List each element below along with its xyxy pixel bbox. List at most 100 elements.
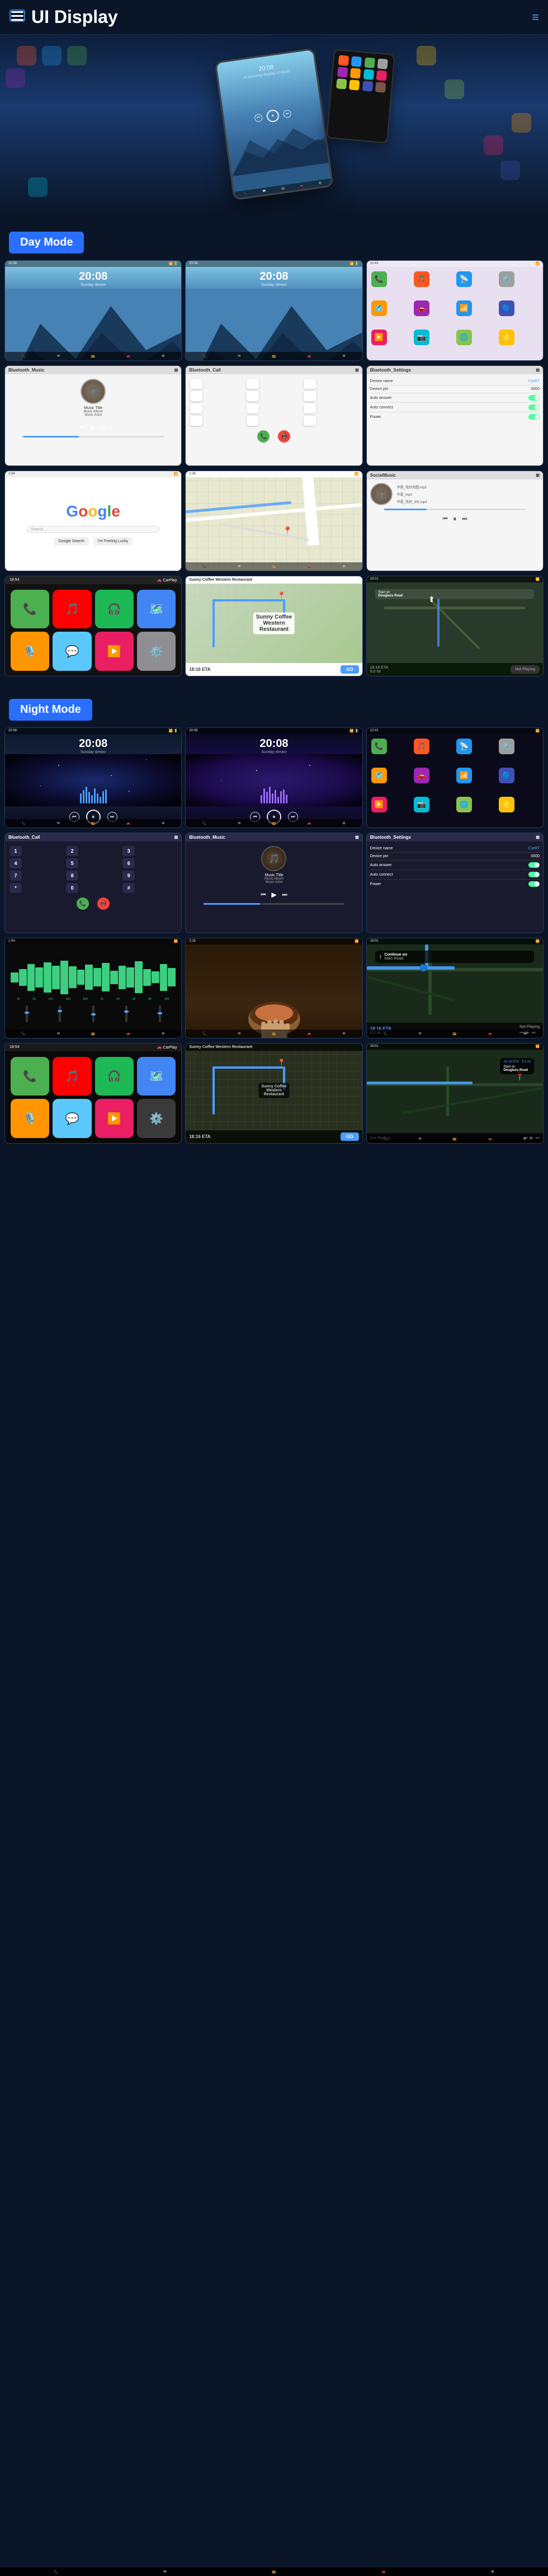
night-bt-call-header: Bluetooth_Call ⊠: [5, 833, 181, 842]
app-settings[interactable]: ⚙️: [499, 271, 514, 287]
key-6[interactable]: 6: [304, 391, 316, 401]
night-carplay-screen: 18:54🚗 CarPlay 📞 🎵 🎧 🗺️ 🎙️ 💬 ▶️ ⚙️ ⊞ 📞 ♪: [4, 1043, 182, 1144]
app-bt[interactable]: 📡: [456, 271, 472, 287]
night-key-2[interactable]: 2: [66, 846, 78, 856]
cp-phone[interactable]: 📞: [11, 590, 49, 628]
night-bt-settings-screen: Bluetooth_Settings ⊠ Device nameCarBT De…: [366, 833, 544, 933]
app-bt2[interactable]: 📶: [456, 300, 472, 316]
key-0[interactable]: 0: [247, 416, 259, 426]
power-row[interactable]: Power: [370, 412, 540, 421]
night-key-hash[interactable]: #: [122, 883, 135, 893]
app-waze[interactable]: 🚗: [414, 300, 429, 316]
night-app-yt[interactable]: ▶️: [371, 797, 387, 812]
night-app-nav[interactable]: 🗺️: [371, 768, 387, 783]
night-auto-answer-row[interactable]: Auto answer: [370, 861, 540, 870]
night-cp-messages[interactable]: 💬: [53, 1099, 91, 1137]
night-key-8[interactable]: 8: [66, 871, 78, 881]
app-music[interactable]: 🎵: [414, 271, 429, 287]
key-3[interactable]: 3: [304, 379, 316, 389]
night-go-button[interactable]: GO: [341, 1132, 358, 1141]
hamburger-menu-icon[interactable]: ≡: [532, 10, 539, 25]
app-yt[interactable]: ▶️: [371, 330, 387, 345]
night-power-row[interactable]: Power: [370, 880, 540, 889]
auto-answer-row[interactable]: Auto answer: [370, 393, 540, 403]
key-9[interactable]: 9: [304, 403, 316, 413]
night-app-music[interactable]: 🎵: [414, 739, 429, 754]
night-cp-music[interactable]: 🎵: [53, 1057, 91, 1096]
google-search-btn[interactable]: Google Search: [54, 537, 89, 546]
call-btn[interactable]: 📞: [257, 430, 270, 443]
night-key-9[interactable]: 9: [122, 871, 135, 881]
lm-prev[interactable]: ⏮: [442, 516, 447, 522]
key-2[interactable]: 2: [247, 379, 259, 389]
night-key-star[interactable]: *: [10, 883, 22, 893]
app-phone[interactable]: 📞: [371, 271, 387, 287]
night-key-1[interactable]: 1: [10, 846, 22, 856]
key-4[interactable]: 4: [190, 391, 202, 401]
night-key-4[interactable]: 4: [10, 858, 22, 868]
night-bt-prev[interactable]: ⏮: [261, 892, 266, 898]
menu-icon[interactable]: [9, 7, 26, 27]
night-cp-settings[interactable]: ⚙️: [137, 1099, 176, 1137]
app-misc2[interactable]: ⭐: [499, 330, 514, 345]
night-app-misc[interactable]: 🌐: [456, 797, 472, 812]
night-auto-connect-row[interactable]: Auto connect: [370, 870, 540, 880]
night-cp-youtube[interactable]: ▶️: [95, 1099, 134, 1137]
night-nav-end-info: 18:16 ETA 9.0 mi Start on Douglass Road: [500, 1058, 534, 1074]
night-cp-spotify[interactable]: 🎧: [95, 1057, 134, 1096]
night-app-waze[interactable]: 🚗: [414, 768, 429, 783]
auto-connect-row[interactable]: Auto connect: [370, 403, 540, 412]
status-bar-1: 20:08📶 🔋: [5, 261, 181, 267]
night-cp-maps[interactable]: 🗺️: [137, 1057, 176, 1096]
track-1[interactable]: 华夏_花好月圆.mp3: [397, 483, 540, 491]
lm-next[interactable]: ⏭: [462, 516, 467, 522]
cp-spotify[interactable]: 🎧: [95, 590, 134, 628]
google-search-bar[interactable]: Search...: [27, 526, 159, 533]
key-7[interactable]: 7: [190, 403, 202, 413]
night-key-6[interactable]: 6: [122, 858, 135, 868]
app-cam[interactable]: 📷: [414, 330, 429, 345]
night-app-etc[interactable]: 🔵: [499, 768, 514, 783]
night-nav-route-screen: Sunny Coffee Western Restaurant 📍 Sunny …: [185, 1043, 362, 1144]
cp-messages[interactable]: 💬: [53, 632, 91, 670]
track-3[interactable]: 华夏_花好_302.mp3: [397, 498, 540, 505]
lm-play[interactable]: ⏸: [453, 515, 456, 523]
google-lucky-btn[interactable]: I'm Feeling Lucky: [93, 537, 133, 546]
app-nav[interactable]: 🗺️: [371, 300, 387, 316]
cp-maps[interactable]: 🗺️: [137, 590, 176, 628]
go-button[interactable]: GO: [341, 665, 358, 674]
day-local-music-screen: SocialMusic ⊠ 🎵 华夏_花好月圆.mp3 华夏_mp3 华夏_花好…: [366, 471, 544, 571]
night-app-cam[interactable]: 📷: [414, 797, 429, 812]
night-end-call-btn[interactable]: 📵: [97, 897, 110, 910]
key-hash[interactable]: #: [304, 416, 316, 426]
track-2[interactable]: 华夏_mp3: [397, 491, 540, 498]
cp-youtube[interactable]: ▶️: [95, 632, 134, 670]
night-app-phone[interactable]: 📞: [371, 739, 387, 754]
night-key-7[interactable]: 7: [10, 871, 22, 881]
night-app-bt2[interactable]: 📶: [456, 768, 472, 783]
key-star[interactable]: *: [190, 416, 202, 426]
cp-settings[interactable]: ⚙️: [137, 632, 176, 670]
night-key-5[interactable]: 5: [66, 858, 78, 868]
night-bt-play[interactable]: ▶: [271, 891, 276, 899]
cp-podcast[interactable]: 🎙️: [11, 632, 49, 670]
bt-play[interactable]: ▶: [91, 424, 96, 431]
night-key-3[interactable]: 3: [122, 846, 135, 856]
app-misc[interactable]: 🌐: [456, 330, 472, 345]
bt-next[interactable]: ⏭: [101, 425, 106, 431]
key-1[interactable]: 1: [190, 379, 202, 389]
night-cp-phone[interactable]: 📞: [11, 1057, 49, 1096]
night-app-misc2[interactable]: ⭐: [499, 797, 514, 812]
bt-prev[interactable]: ⏮: [80, 425, 85, 431]
app-etc[interactable]: 🔵: [499, 300, 514, 316]
night-bt-next[interactable]: ⏭: [282, 892, 287, 898]
key-5[interactable]: 5: [247, 391, 259, 401]
night-call-btn[interactable]: 📞: [77, 897, 89, 910]
end-call-btn[interactable]: 📵: [278, 430, 290, 443]
night-app-settings[interactable]: ⚙️: [499, 739, 514, 754]
night-cp-podcast[interactable]: 🎙️: [11, 1099, 49, 1137]
night-app-bt[interactable]: 📡: [456, 739, 472, 754]
key-8[interactable]: 8: [247, 403, 259, 413]
cp-music[interactable]: 🎵: [53, 590, 91, 628]
night-key-0[interactable]: 0: [66, 883, 78, 893]
